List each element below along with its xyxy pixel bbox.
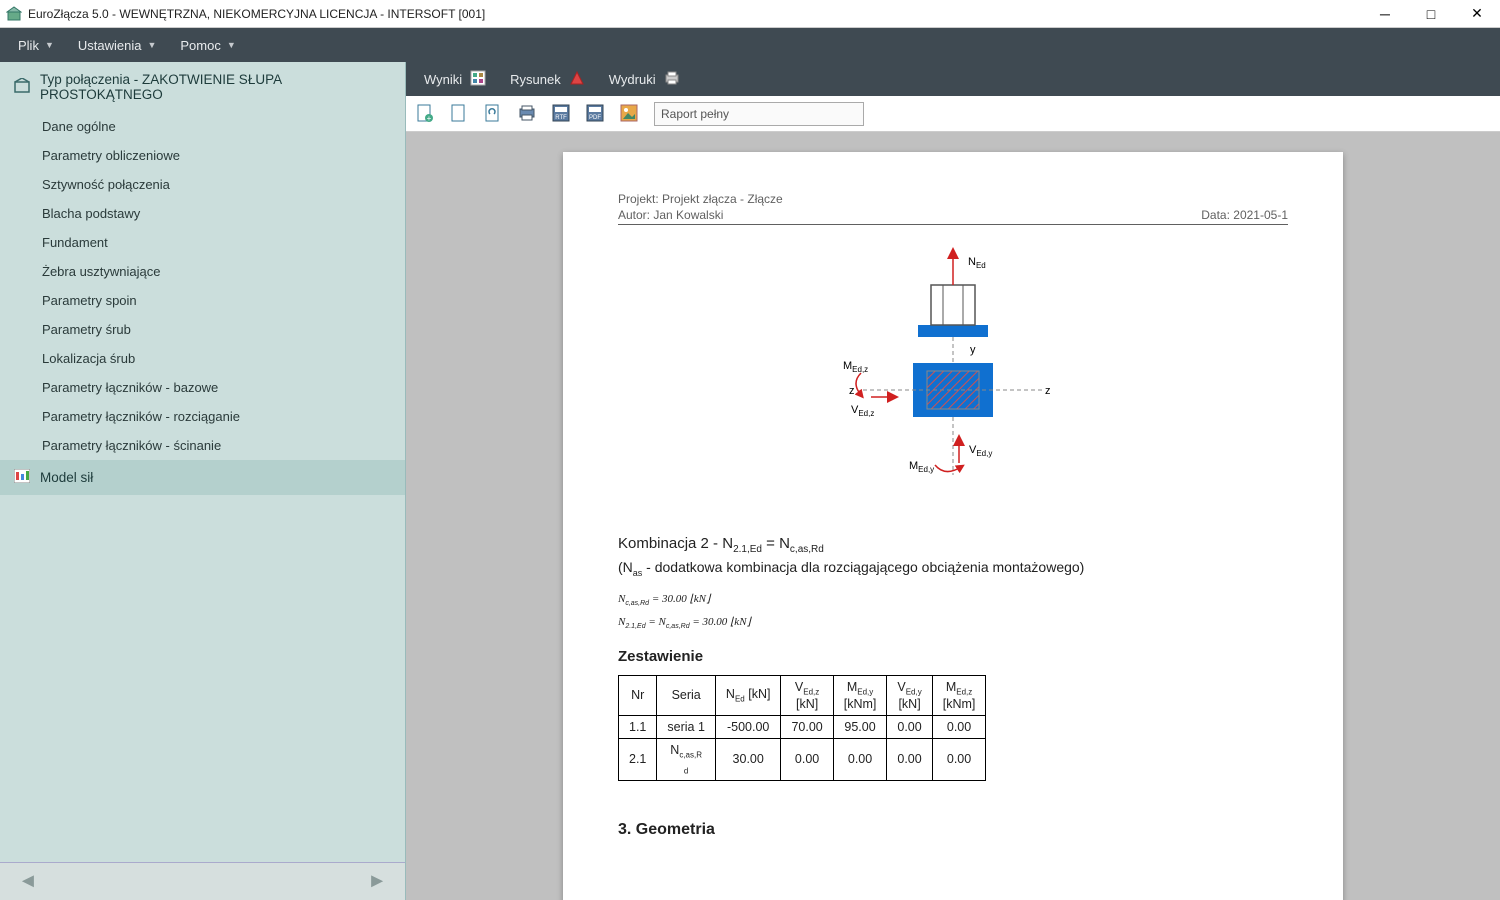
sidebar-item-lokalizacja-srub[interactable]: Lokalizacja śrub	[0, 344, 405, 373]
menu-ustawienia[interactable]: Ustawienia▼	[68, 32, 167, 59]
table-row: 1.1 seria 1 -500.00 70.00 95.00 0.00 0.0…	[619, 715, 986, 738]
author-label: Autor:	[618, 208, 650, 222]
tab-rysunek[interactable]: Rysunek	[500, 64, 595, 95]
right-tab-bar: Wyniki Rysunek Wydruki	[406, 62, 1500, 96]
svg-text:VEd,y: VEd,y	[969, 444, 992, 458]
sidebar-item-parametry-obliczeniowe[interactable]: Parametry obliczeniowe	[0, 141, 405, 170]
right-panel: Wyniki Rysunek Wydruki + RTF PDF	[406, 62, 1500, 900]
svg-text:y: y	[970, 344, 976, 356]
force-diagram: NEd y z z MEd,z	[618, 245, 1288, 505]
sidebar-item-fundament[interactable]: Fundament	[0, 228, 405, 257]
svg-text:+: +	[427, 114, 432, 123]
sidebar-tree: Typ połączenia - ZAKOTWIENIE SŁUPA PROST…	[0, 62, 405, 862]
sidebar-item-spoin[interactable]: Parametry spoin	[0, 286, 405, 315]
date-value: 2021-05-1	[1233, 208, 1288, 222]
sidebar-item-label: Model sił	[40, 470, 93, 485]
sidebar-item-srub[interactable]: Parametry śrub	[0, 315, 405, 344]
new-page-icon[interactable]: +	[416, 104, 436, 124]
sidebar-item-blacha[interactable]: Blacha podstawy	[0, 199, 405, 228]
formula-1: Nc,as,Rd = 30.00 ⌊kN⌋	[618, 592, 1288, 607]
tab-wyniki[interactable]: Wyniki	[414, 64, 496, 95]
window-title: EuroZłącza 5.0 - WEWNĘTRZNA, NIEKOMERCYJ…	[28, 7, 1362, 21]
image-icon[interactable]	[620, 104, 640, 124]
title-bar: EuroZłącza 5.0 - WEWNĘTRZNA, NIEKOMERCYJ…	[0, 0, 1500, 28]
document-area[interactable]: Projekt: Projekt złącza - Złącze Autor: …	[406, 132, 1500, 900]
page-refresh-icon[interactable]	[484, 104, 504, 124]
combination-note: (Nas - dodatkowa kombinacja dla rozciąga…	[618, 559, 1288, 578]
close-button[interactable]: ✕	[1454, 0, 1500, 28]
sidebar-header-label: Typ połączenia - ZAKOTWIENIE SŁUPA PROST…	[40, 72, 391, 102]
sidebar-item-laczniki-scinanie[interactable]: Parametry łączników - ścinanie	[0, 431, 405, 460]
sidebar-footer: ◄ ►	[0, 862, 405, 900]
sidebar-item-sztywnosc[interactable]: Sztywność połączenia	[0, 170, 405, 199]
tab-wydruki[interactable]: Wydruki	[599, 64, 690, 95]
maximize-button[interactable]: □	[1408, 0, 1454, 28]
col-medz: MEd,z[kNm]	[932, 676, 986, 716]
col-vedy: VEd,y[kN]	[887, 676, 932, 716]
table-row: 2.1 Nc,as,Rd 30.00 0.00 0.00 0.00 0.00	[619, 738, 986, 780]
print-icon	[664, 70, 680, 89]
col-nr: Nr	[619, 676, 657, 716]
formula-2: N2.1,Ed = Nc,as,Rd = 30.00 ⌊kN⌋	[618, 615, 1288, 630]
menu-plik[interactable]: Plik▼	[8, 32, 64, 59]
save-rtf-icon[interactable]: RTF	[552, 104, 572, 124]
report-select[interactable]	[654, 102, 864, 126]
nav-next-button[interactable]: ►	[367, 870, 387, 893]
minimize-button[interactable]: ─	[1362, 0, 1408, 28]
svg-text:NEd: NEd	[968, 256, 986, 270]
project-label: Projekt:	[618, 192, 659, 206]
drawing-icon	[569, 70, 585, 89]
connection-type-icon	[14, 78, 30, 97]
sidebar-item-laczniki-rozciaganie[interactable]: Parametry łączników - rozciąganie	[0, 402, 405, 431]
zestawienie-title: Zestawienie	[618, 648, 1288, 665]
svg-text:MEd,z: MEd,z	[843, 360, 868, 374]
page-icon[interactable]	[450, 104, 470, 124]
sidebar-item-dane-ogolne[interactable]: Dane ogólne	[0, 112, 405, 141]
combination-line: Kombinacja 2 - N2.1,Ed = Nc,as,Rd	[618, 535, 1288, 555]
app-icon	[6, 6, 22, 22]
sidebar-header[interactable]: Typ połączenia - ZAKOTWIENIE SŁUPA PROST…	[0, 62, 405, 112]
col-seria: Seria	[657, 676, 716, 716]
sidebar-item-model-sil[interactable]: Model sił	[0, 460, 405, 495]
author-value: Jan Kowalski	[653, 208, 723, 222]
svg-text:RTF: RTF	[555, 115, 567, 121]
date-label: Data:	[1201, 208, 1230, 222]
print-button-icon[interactable]	[518, 104, 538, 124]
menu-bar: Plik▼ Ustawienia▼ Pomoc▼	[0, 28, 1500, 62]
section-geometria: 3. Geometria	[618, 821, 1288, 839]
svg-text:VEd,z: VEd,z	[851, 404, 874, 418]
col-vedz: VEd,z[kN]	[781, 676, 833, 716]
menu-pomoc[interactable]: Pomoc▼	[170, 32, 245, 59]
sidebar-item-zebra[interactable]: Żebra usztywniające	[0, 257, 405, 286]
results-table: Nr Seria NEd [kN] VEd,z[kN] MEd,y[kNm] V…	[618, 675, 986, 781]
report-toolbar: + RTF PDF	[406, 96, 1500, 132]
project-value: Projekt złącza - Złącze	[662, 192, 783, 206]
svg-text:PDF: PDF	[589, 115, 601, 121]
sidebar: Typ połączenia - ZAKOTWIENIE SŁUPA PROST…	[0, 62, 406, 900]
report-page: Projekt: Projekt złącza - Złącze Autor: …	[563, 152, 1343, 900]
col-medy: MEd,y[kNm]	[833, 676, 887, 716]
svg-text:z: z	[1045, 385, 1051, 397]
results-icon	[470, 70, 486, 89]
svg-text:z: z	[849, 385, 855, 397]
model-sil-icon	[14, 469, 30, 486]
sidebar-item-laczniki-bazowe[interactable]: Parametry łączników - bazowe	[0, 373, 405, 402]
save-pdf-icon[interactable]: PDF	[586, 104, 606, 124]
svg-text:MEd,y: MEd,y	[909, 460, 934, 474]
col-ned: NEd [kN]	[715, 676, 781, 716]
nav-prev-button[interactable]: ◄	[18, 870, 38, 893]
